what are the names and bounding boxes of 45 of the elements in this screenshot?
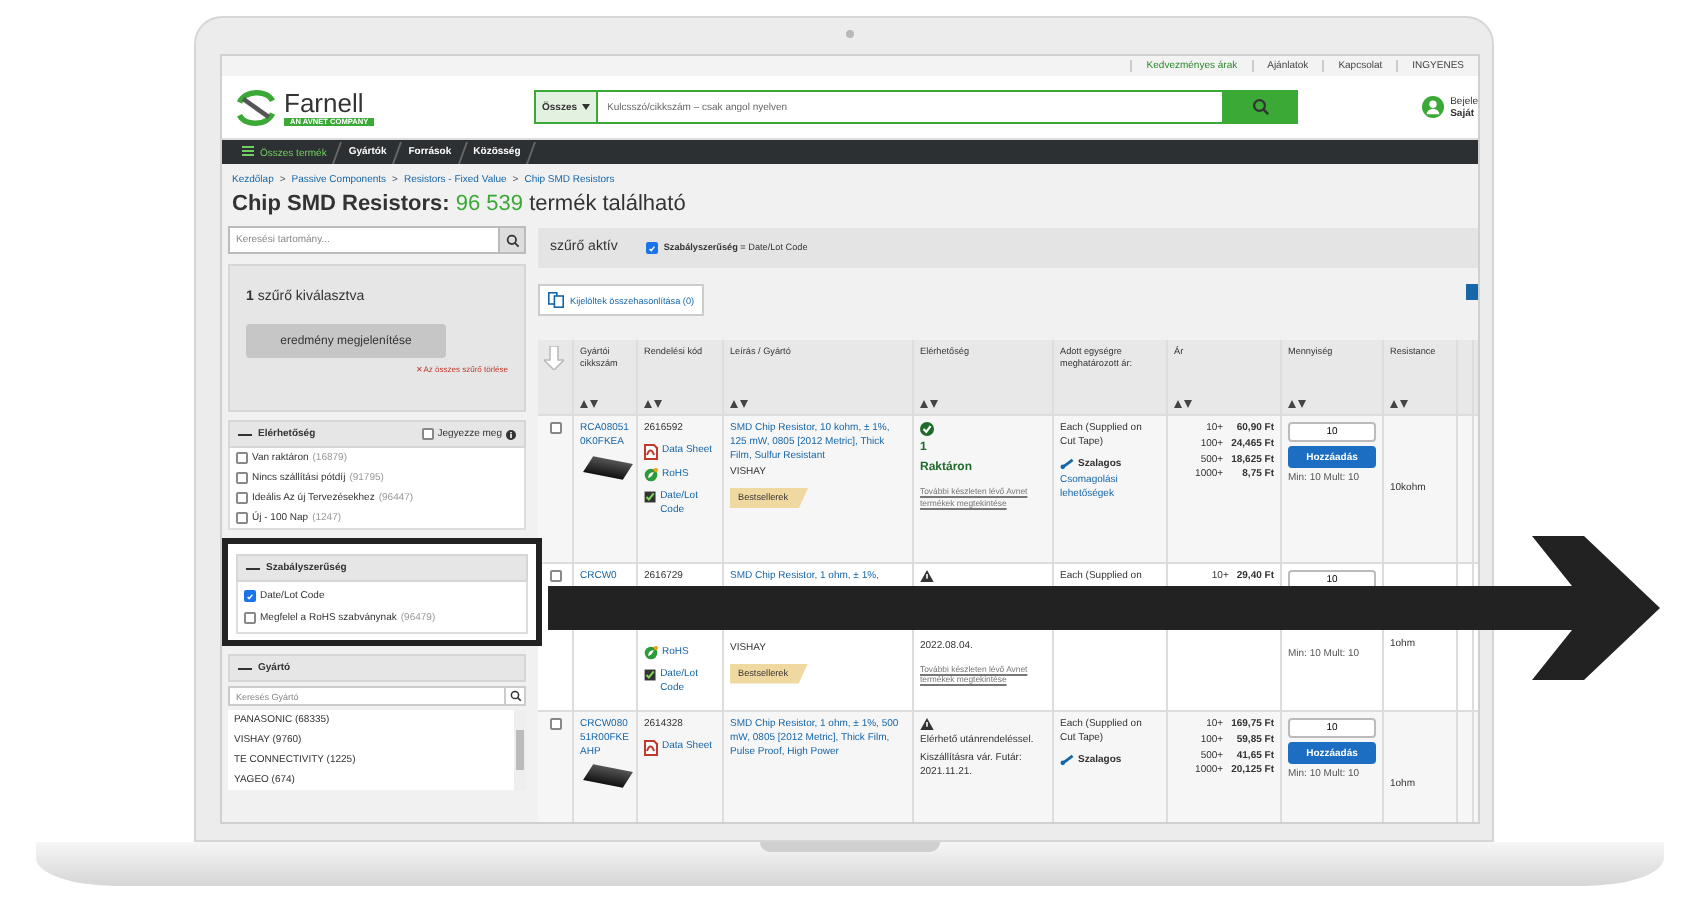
search-icon	[505, 233, 519, 247]
checklist-icon	[644, 489, 657, 504]
checkbox[interactable]	[236, 452, 248, 464]
webcam-dot	[846, 30, 854, 38]
sort-icon[interactable]	[730, 400, 748, 408]
warning-icon	[920, 718, 934, 730]
check-icon	[920, 422, 934, 436]
row-checkbox[interactable]	[550, 570, 562, 582]
pdf-icon	[644, 739, 658, 756]
checkbox[interactable]	[421, 428, 434, 440]
search-button[interactable]	[506, 686, 526, 706]
info-icon	[506, 429, 516, 439]
account-icon	[1422, 96, 1445, 118]
leaf-icon	[644, 645, 658, 660]
leaf-icon	[644, 467, 658, 482]
search-icon	[1251, 98, 1269, 116]
search-button[interactable]	[498, 226, 526, 254]
sort-icon[interactable]	[1174, 400, 1192, 408]
row-checkbox[interactable]	[550, 422, 562, 434]
row-checkbox[interactable]	[550, 718, 562, 730]
sort-icon[interactable]	[580, 400, 598, 408]
warning-icon	[920, 570, 934, 582]
sort-icon[interactable]	[1288, 400, 1306, 408]
tape-icon	[1060, 457, 1074, 470]
scrollbar-thumb	[516, 730, 524, 770]
logo-icon	[234, 85, 278, 129]
sort-icon[interactable]	[644, 400, 662, 408]
menu-icon	[242, 145, 254, 155]
sort-icon[interactable]	[920, 400, 938, 408]
compare-icon	[548, 292, 564, 308]
checklist-icon	[644, 667, 657, 682]
search-icon	[509, 690, 521, 702]
down-arrow-icon	[544, 346, 564, 370]
caret-icon	[581, 104, 590, 110]
checkbox[interactable]	[236, 492, 248, 504]
brand-name: Farnell	[284, 89, 366, 115]
checkbox[interactable]	[645, 242, 658, 254]
checkbox[interactable]	[244, 612, 256, 624]
checkbox[interactable]	[236, 512, 248, 524]
checkbox[interactable]	[236, 472, 248, 484]
checkbox[interactable]	[244, 590, 256, 602]
sort-icon[interactable]	[1390, 400, 1408, 408]
page-title: Chip SMD Resistors: 96 539 termék található	[232, 192, 688, 216]
pdf-icon	[644, 443, 658, 460]
tape-icon	[1060, 753, 1074, 766]
